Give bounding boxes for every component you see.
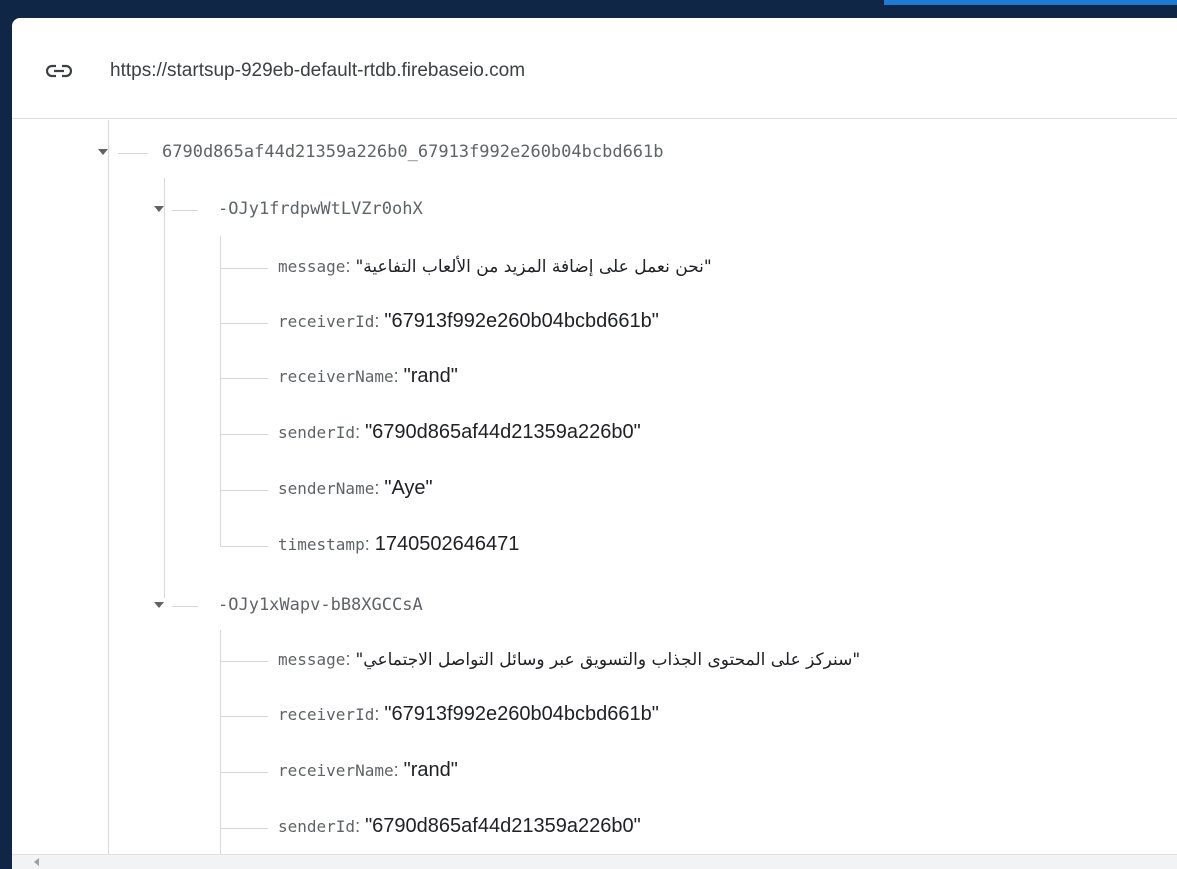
tree-connector <box>220 378 268 379</box>
field-value: "سنركز على المحتوى الجذاب والتسويق عبر و… <box>355 650 861 670</box>
horizontal-scrollbar[interactable] <box>12 854 1177 869</box>
field-key: message <box>278 650 346 669</box>
tree-connector <box>220 546 268 547</box>
tree-connector <box>220 661 268 662</box>
field-timestamp[interactable]: timestamp: 1740502646471 <box>278 533 519 556</box>
window-accent-bar <box>884 0 1177 5</box>
field-receiverId[interactable]: receiverId: "67913f992e260b04bcbd661b" <box>278 703 659 726</box>
field-value: "نحن نعمل على إضافة المزيد من الألعاب ال… <box>355 257 712 277</box>
field-colon: : <box>374 704 385 724</box>
field-key: receiverName <box>278 761 394 780</box>
field-colon: : <box>393 366 404 386</box>
field-colon: : <box>393 760 404 780</box>
root-expand-caret-icon[interactable] <box>98 149 108 155</box>
tree-connector <box>220 268 268 269</box>
link-icon[interactable] <box>46 64 72 78</box>
database-panel: https://startsup-929eb-default-rtdb.fire… <box>12 18 1177 869</box>
field-receiverName[interactable]: receiverName: "rand" <box>278 365 458 388</box>
tree-guide-fields-2 <box>220 630 221 869</box>
field-key: receiverId <box>278 705 375 724</box>
field-value: "67913f992e260b04bcbd661b" <box>384 310 659 332</box>
tree-guide-root <box>108 120 109 869</box>
tree-connector-child-2 <box>172 606 198 607</box>
database-url-bar: https://startsup-929eb-default-rtdb.fire… <box>12 18 1177 119</box>
field-colon: : <box>355 422 366 442</box>
field-key: timestamp <box>278 535 365 554</box>
field-colon: : <box>355 816 366 836</box>
field-senderId[interactable]: senderId: "6790d865af44d21359a226b0" <box>278 815 641 838</box>
tree-connector-root <box>118 153 148 154</box>
field-key: senderId <box>278 817 356 836</box>
field-value: "6790d865af44d21359a226b0" <box>365 421 641 443</box>
field-colon: : <box>364 534 375 554</box>
scroll-left-arrow-icon[interactable] <box>34 858 39 866</box>
field-colon: : <box>345 649 356 669</box>
field-senderName[interactable]: senderName: "Aye" <box>278 477 433 500</box>
tree-connector <box>220 716 268 717</box>
tree-guide-fields-1 <box>220 236 221 546</box>
field-value: "rand" <box>403 365 458 387</box>
field-senderId[interactable]: senderId: "6790d865af44d21359a226b0" <box>278 421 641 444</box>
field-value: "rand" <box>403 759 458 781</box>
field-receiverId[interactable]: receiverId: "67913f992e260b04bcbd661b" <box>278 310 659 333</box>
child-1-expand-caret-icon[interactable] <box>154 206 164 212</box>
tree-connector <box>220 434 268 435</box>
field-colon: : <box>374 478 385 498</box>
tree-connector <box>220 828 268 829</box>
tree-connector <box>220 323 268 324</box>
database-url[interactable]: https://startsup-929eb-default-rtdb.fire… <box>110 60 525 82</box>
field-key: message <box>278 257 346 276</box>
field-value: "67913f992e260b04bcbd661b" <box>384 703 659 725</box>
data-tree: 6790d865af44d21359a226b0_67913f992e260b0… <box>12 118 1177 869</box>
field-colon: : <box>374 311 385 331</box>
field-value: "Aye" <box>384 477 433 499</box>
field-value: 1740502646471 <box>374 533 520 555</box>
field-message[interactable]: message: "نحن نعمل على إضافة المزيد من ا… <box>278 255 712 278</box>
field-colon: : <box>345 256 356 276</box>
field-key: receiverId <box>278 312 375 331</box>
child-1-node-key[interactable]: -OJy1frdpwWtLVZr0ohX <box>218 199 423 219</box>
root-node-key[interactable]: 6790d865af44d21359a226b0_67913f992e260b0… <box>162 142 664 162</box>
field-key: senderName <box>278 479 375 498</box>
field-value: "6790d865af44d21359a226b0" <box>365 815 641 837</box>
tree-guide-child-1 <box>164 178 165 598</box>
tree-connector-child-1 <box>172 210 198 211</box>
child-2-node-key[interactable]: -OJy1xWapv-bB8XGCCsA <box>218 595 423 615</box>
field-receiverName[interactable]: receiverName: "rand" <box>278 759 458 782</box>
field-key: receiverName <box>278 367 394 386</box>
field-message[interactable]: message: "سنركز على المحتوى الجذاب والتس… <box>278 648 860 671</box>
tree-connector <box>220 490 268 491</box>
tree-connector <box>220 772 268 773</box>
child-2-expand-caret-icon[interactable] <box>154 602 164 608</box>
field-key: senderId <box>278 423 356 442</box>
